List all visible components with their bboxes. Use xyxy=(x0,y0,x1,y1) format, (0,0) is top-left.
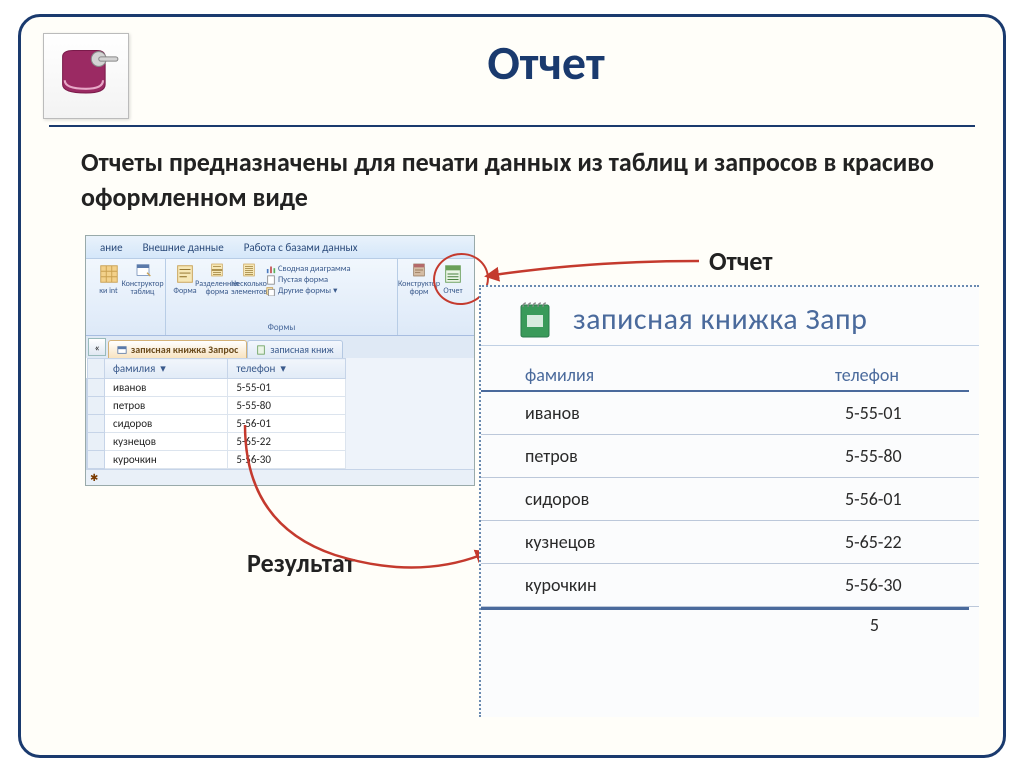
report-row: курочкин5-56-30 xyxy=(481,564,979,607)
report-col1: фамилия xyxy=(525,364,835,386)
table-row[interactable]: кузнецов5-65-22 xyxy=(87,433,346,451)
column-header[interactable]: фамилия ▾ xyxy=(105,359,228,379)
slide-title: Отчет xyxy=(129,33,963,92)
access-screenshot: ание Внешние данные Работа с базами данн… xyxy=(85,235,475,486)
ribbon-tabs: ание Внешние данные Работа с базами данн… xyxy=(86,236,474,258)
report-preview: записная книжка Запр фамилия телефон ива… xyxy=(479,285,979,717)
table-row[interactable]: иванов5-55-01 xyxy=(87,379,346,397)
report-footer-count: 5 xyxy=(481,607,969,636)
table-row[interactable]: петров5-55-80 xyxy=(87,397,346,415)
column-header[interactable]: телефон ▾ xyxy=(228,359,346,379)
report-row: иванов5-55-01 xyxy=(481,392,979,435)
row-selector-header xyxy=(87,359,105,379)
blank-form-button[interactable]: Пустая форма xyxy=(266,275,328,285)
report-header: записная книжка Запр xyxy=(481,287,979,346)
forms-submenu: Сводная диаграмма Пустая форма Другие фо… xyxy=(264,262,353,320)
table-row[interactable]: курочкин5-56-30 xyxy=(87,451,346,469)
ribbon-tab[interactable]: ание xyxy=(100,241,123,254)
table-design-button[interactable]: Конструктор таблиц xyxy=(128,262,158,296)
new-record-icon: ✱ xyxy=(86,471,102,484)
callout-result-label: Результат xyxy=(247,547,355,579)
other-forms-button[interactable]: Другие формы ▾ xyxy=(266,286,337,296)
form-designer-button[interactable]: Конструктор форм xyxy=(404,262,434,296)
multi-items-button[interactable]: Несколько элементов xyxy=(234,262,264,296)
report-col2: телефон xyxy=(835,364,945,386)
report-row: петров5-55-80 xyxy=(481,435,979,478)
tab-query-inactive[interactable]: записная книж xyxy=(247,340,342,358)
ribbon-tab[interactable]: Работа с базами данных xyxy=(244,241,358,254)
report-row: сидоров5-56-01 xyxy=(481,478,979,521)
new-record-row[interactable]: ✱ xyxy=(86,469,474,485)
report-title: записная книжка Запр xyxy=(573,301,867,338)
slide-frame: Отчет Отчеты предназначены для печати да… xyxy=(18,14,1006,758)
notebook-icon xyxy=(511,297,555,341)
sharepoint-button[interactable]: ки int xyxy=(94,262,124,296)
ribbon: ки int Конструктор таблиц xyxy=(86,258,474,336)
ribbon-group-forms: Форма Разделенная форма Несколько элемен… xyxy=(166,259,398,335)
query-datasheet: фамилия ▾ телефон ▾ иванов5-55-01 петров… xyxy=(86,358,346,469)
report-row: кузнецов5-65-22 xyxy=(481,521,979,564)
ribbon-tab[interactable]: Внешние данные xyxy=(143,241,224,254)
content-area: ание Внешние данные Работа с базами данн… xyxy=(49,223,975,723)
table-row[interactable]: сидоров5-56-01 xyxy=(87,415,346,433)
callout-report-label: Отчет xyxy=(709,245,773,277)
slide-description: Отчеты предназначены для печати данных и… xyxy=(21,127,1003,223)
pivot-chart-button[interactable]: Сводная диаграмма xyxy=(266,264,351,274)
access-logo-icon xyxy=(43,33,129,119)
ribbon-group-tables: ки int Конструктор таблиц xyxy=(86,259,166,335)
nav-pane-toggle[interactable]: « xyxy=(88,338,106,356)
tab-query-active[interactable]: записная книжка Запрос xyxy=(108,340,247,358)
split-form-button[interactable]: Разделенная форма xyxy=(202,262,232,296)
title-row: Отчет xyxy=(21,17,1003,123)
report-column-header: фамилия телефон xyxy=(481,346,969,392)
object-tabs: « записная книжка Запрос записная книж xyxy=(86,336,474,358)
